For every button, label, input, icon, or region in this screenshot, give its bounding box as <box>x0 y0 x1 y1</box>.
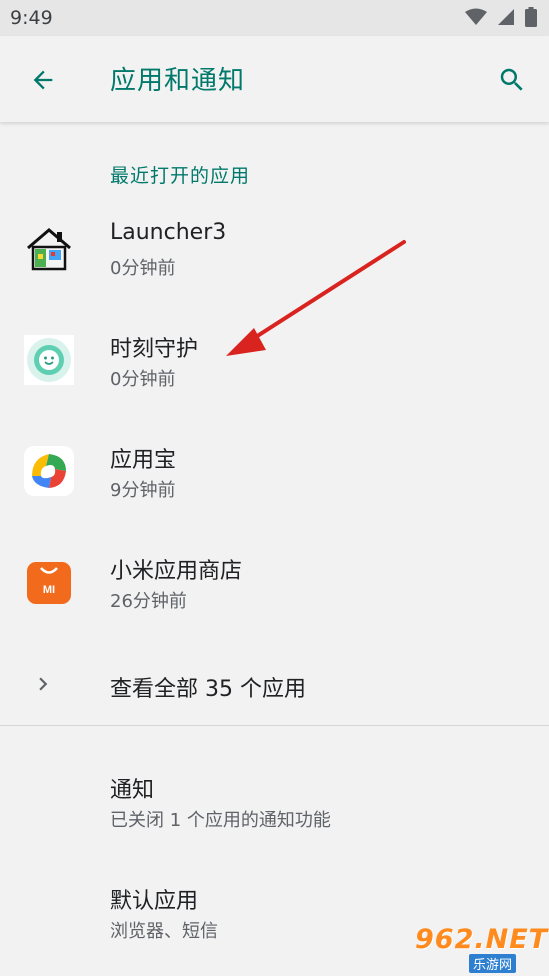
app-last-used: 9分钟前 <box>110 480 176 501</box>
see-all-label: 查看全部 35 个应用 <box>110 677 306 702</box>
yingyongbao-icon <box>24 446 74 496</box>
app-last-used: 26分钟前 <box>110 591 187 612</box>
mi-logo-text: MI <box>43 584 55 596</box>
setting-summary: 浏览器、短信 <box>110 921 218 942</box>
search-icon <box>500 68 523 91</box>
setting-title: 通知 <box>110 778 155 803</box>
app-name: 时刻守护 <box>110 337 199 362</box>
app-row-yingyongbao[interactable]: 应用宝 9分钟前 <box>0 422 549 526</box>
app-row-launcher3[interactable]: Launcher3 0分钟前 <box>0 200 549 304</box>
battery-icon <box>525 7 537 27</box>
recent-apps-header: 最近打开的应用 <box>110 165 251 187</box>
watermark-subtext: 乐游网 <box>469 954 517 973</box>
guardian-app-icon <box>24 335 74 385</box>
arrow-back-icon <box>33 70 53 90</box>
status-time: 9:49 <box>10 7 53 29</box>
watermark-text: 962.NET <box>415 924 549 955</box>
search-button[interactable] <box>491 59 533 101</box>
cell-signal-icon <box>498 9 514 25</box>
see-all-apps-row[interactable]: 查看全部 35 个应用 <box>0 650 549 720</box>
app-last-used: 0分钟前 <box>110 258 176 279</box>
app-bar: 应用和通知 <box>0 36 549 122</box>
status-bar: 9:49 <box>0 0 549 36</box>
wifi-icon <box>465 8 487 25</box>
section-divider <box>0 725 549 726</box>
status-icons <box>465 7 537 27</box>
app-row-mi-store[interactable]: MI 小米应用商店 26分钟前 <box>0 533 549 637</box>
app-name: 小米应用商店 <box>110 559 243 584</box>
app-name: Launcher3 <box>110 220 227 245</box>
back-button[interactable] <box>22 59 64 101</box>
launcher3-house-icon <box>24 224 74 274</box>
notifications-setting[interactable]: 通知 已关闭 1 个应用的通知功能 <box>0 752 549 856</box>
setting-summary: 已关闭 1 个应用的通知功能 <box>110 810 331 831</box>
app-name: 应用宝 <box>110 448 177 473</box>
page-title: 应用和通知 <box>110 66 246 96</box>
chevron-right-icon <box>39 677 48 691</box>
setting-title: 默认应用 <box>110 889 199 914</box>
watermark-logo: 962.NET 乐游网 <box>411 924 547 973</box>
app-last-used: 0分钟前 <box>110 369 176 390</box>
app-row-guardian[interactable]: 时刻守护 0分钟前 <box>0 311 549 415</box>
mi-store-icon: MI <box>24 557 74 607</box>
